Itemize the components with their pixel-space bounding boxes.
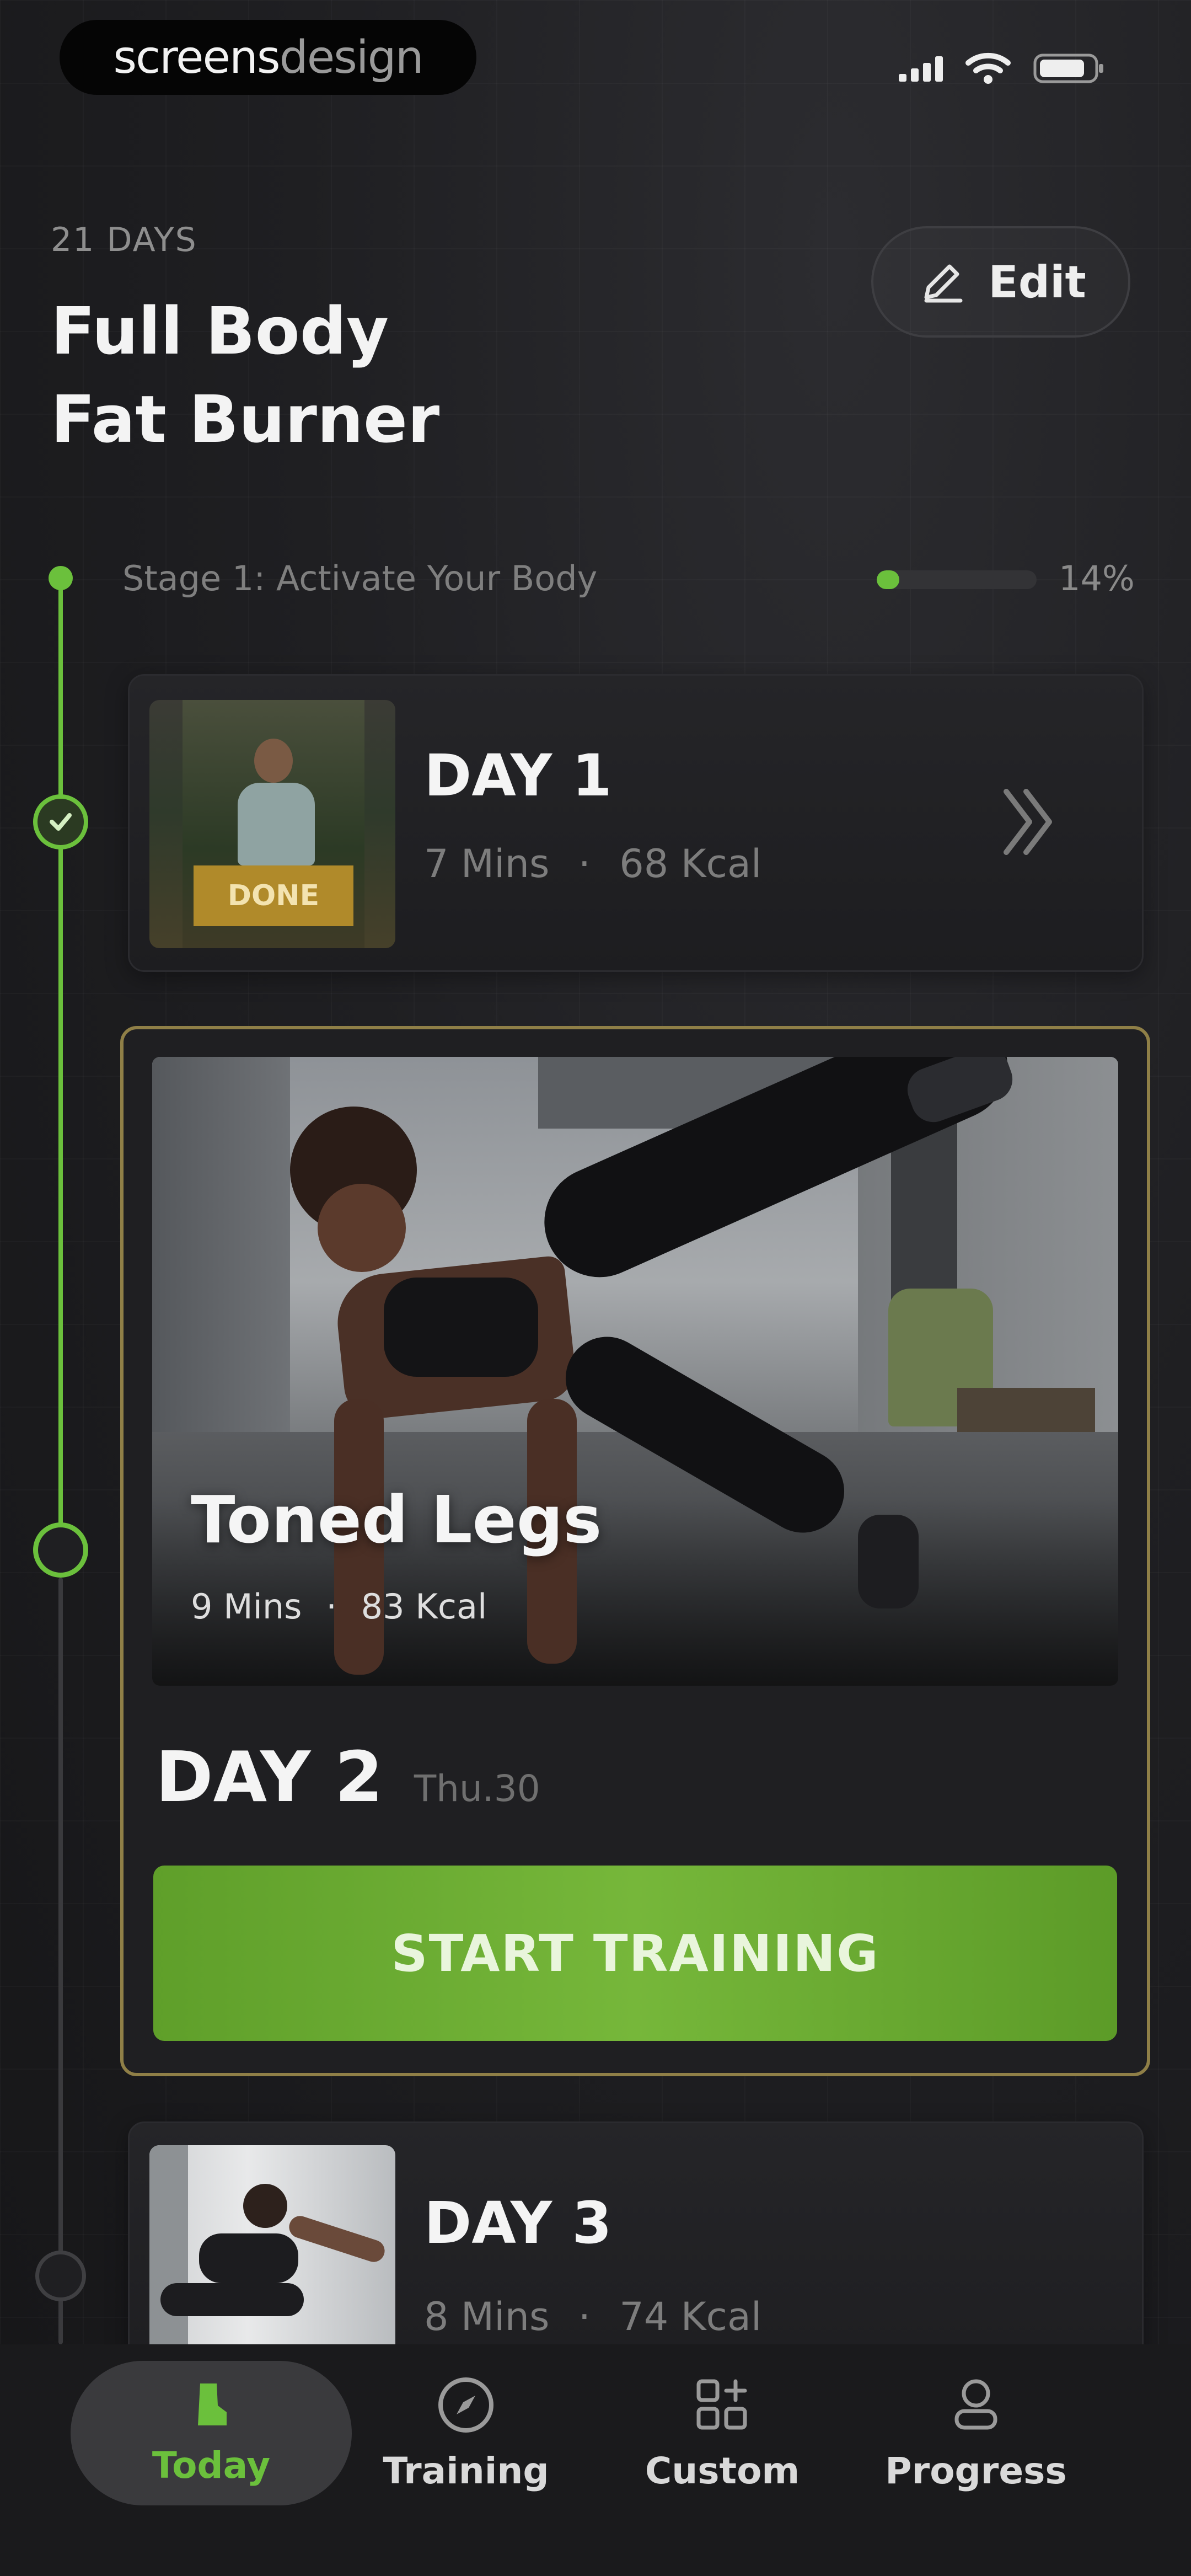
meta-separator: · [326, 1586, 337, 1627]
day-3-mins: 8 Mins [424, 2294, 550, 2339]
brand-bold-text: screens [113, 31, 280, 84]
double-chevron-right-icon[interactable] [995, 781, 1061, 863]
status-icons [899, 46, 1119, 90]
done-badge: DONE [194, 865, 353, 926]
meta-separator: · [578, 2294, 591, 2339]
day-1-title: DAY 1 [424, 742, 612, 809]
nav-tab-today[interactable]: Today [71, 2361, 352, 2505]
stage-progress-percent: 14% [1059, 558, 1135, 598]
pencil-icon [924, 264, 963, 303]
stage-label: Stage 1: Activate Your Body [122, 558, 598, 598]
day-2-mins: 9 Mins [191, 1586, 302, 1627]
day-1-mins: 7 Mins [424, 841, 550, 886]
day-3-kcal: 74 Kcal [619, 2294, 762, 2339]
grid-plus-icon [696, 2379, 747, 2429]
nav-tab-progress[interactable]: Progress [860, 2361, 1092, 2505]
stage-progress-fill [877, 570, 899, 589]
progress-icon [954, 2379, 997, 2429]
nav-label-custom: Custom [645, 2449, 800, 2492]
timeline-upcoming-dot [35, 2251, 86, 2301]
timeline-check-icon [33, 794, 88, 849]
edit-label: Edit [988, 256, 1086, 308]
workout-name: Toned Legs [191, 1482, 602, 1558]
nav-label-progress: Progress [885, 2449, 1067, 2492]
timeline-current-dot [33, 1522, 88, 1578]
program-title-line2: Fat Burner [51, 381, 440, 457]
day-3-thumbnail [149, 2145, 395, 2377]
day-2-date: Thu.30 [414, 1767, 540, 1810]
workout-meta: 9 Mins · 83 Kcal [191, 1586, 487, 1627]
wifi-icon [965, 52, 1011, 84]
day-3-meta: 8 Mins · 74 Kcal [424, 2294, 761, 2339]
day-2-kcal: 83 Kcal [361, 1586, 487, 1627]
brand-light-text: design [279, 31, 424, 84]
timeline-line-completed [58, 585, 63, 1556]
day-2-title: DAY 2 [155, 1736, 383, 1818]
program-duration-label: 21 DAYS [51, 221, 197, 259]
program-title: Full Body Fat Burner [51, 287, 439, 463]
compass-icon [438, 2377, 493, 2433]
nav-tab-training[interactable]: Training [353, 2361, 579, 2505]
day-3-title: DAY 3 [424, 2189, 612, 2257]
day-1-meta: 7 Mins · 68 Kcal [424, 841, 761, 886]
signal-icon [899, 55, 943, 82]
nav-label-today: Today [152, 2444, 271, 2487]
battery-icon [1033, 54, 1103, 83]
start-training-button[interactable]: START TRAINING [153, 1866, 1117, 2041]
day-card-1[interactable]: DONE DAY 1 7 Mins · 68 Kcal [128, 674, 1144, 972]
day-2-header: DAY 2 Thu.30 [155, 1736, 540, 1818]
brand-watermark: screens design [60, 20, 476, 95]
shoe-icon [198, 2383, 227, 2425]
program-title-line1: Full Body [51, 293, 389, 369]
nav-tab-custom[interactable]: Custom [607, 2361, 838, 2505]
stage-progress-bar [877, 570, 1037, 589]
edit-button[interactable]: Edit [871, 226, 1130, 338]
meta-separator: · [578, 841, 591, 886]
nav-label-training: Training [383, 2449, 549, 2492]
timeline-line-upcoming [58, 1578, 63, 2344]
day-2-hero-image: Toned Legs 9 Mins · 83 Kcal [152, 1057, 1118, 1686]
day-1-kcal: 68 Kcal [619, 841, 762, 886]
day-1-thumbnail: DONE [149, 700, 395, 948]
